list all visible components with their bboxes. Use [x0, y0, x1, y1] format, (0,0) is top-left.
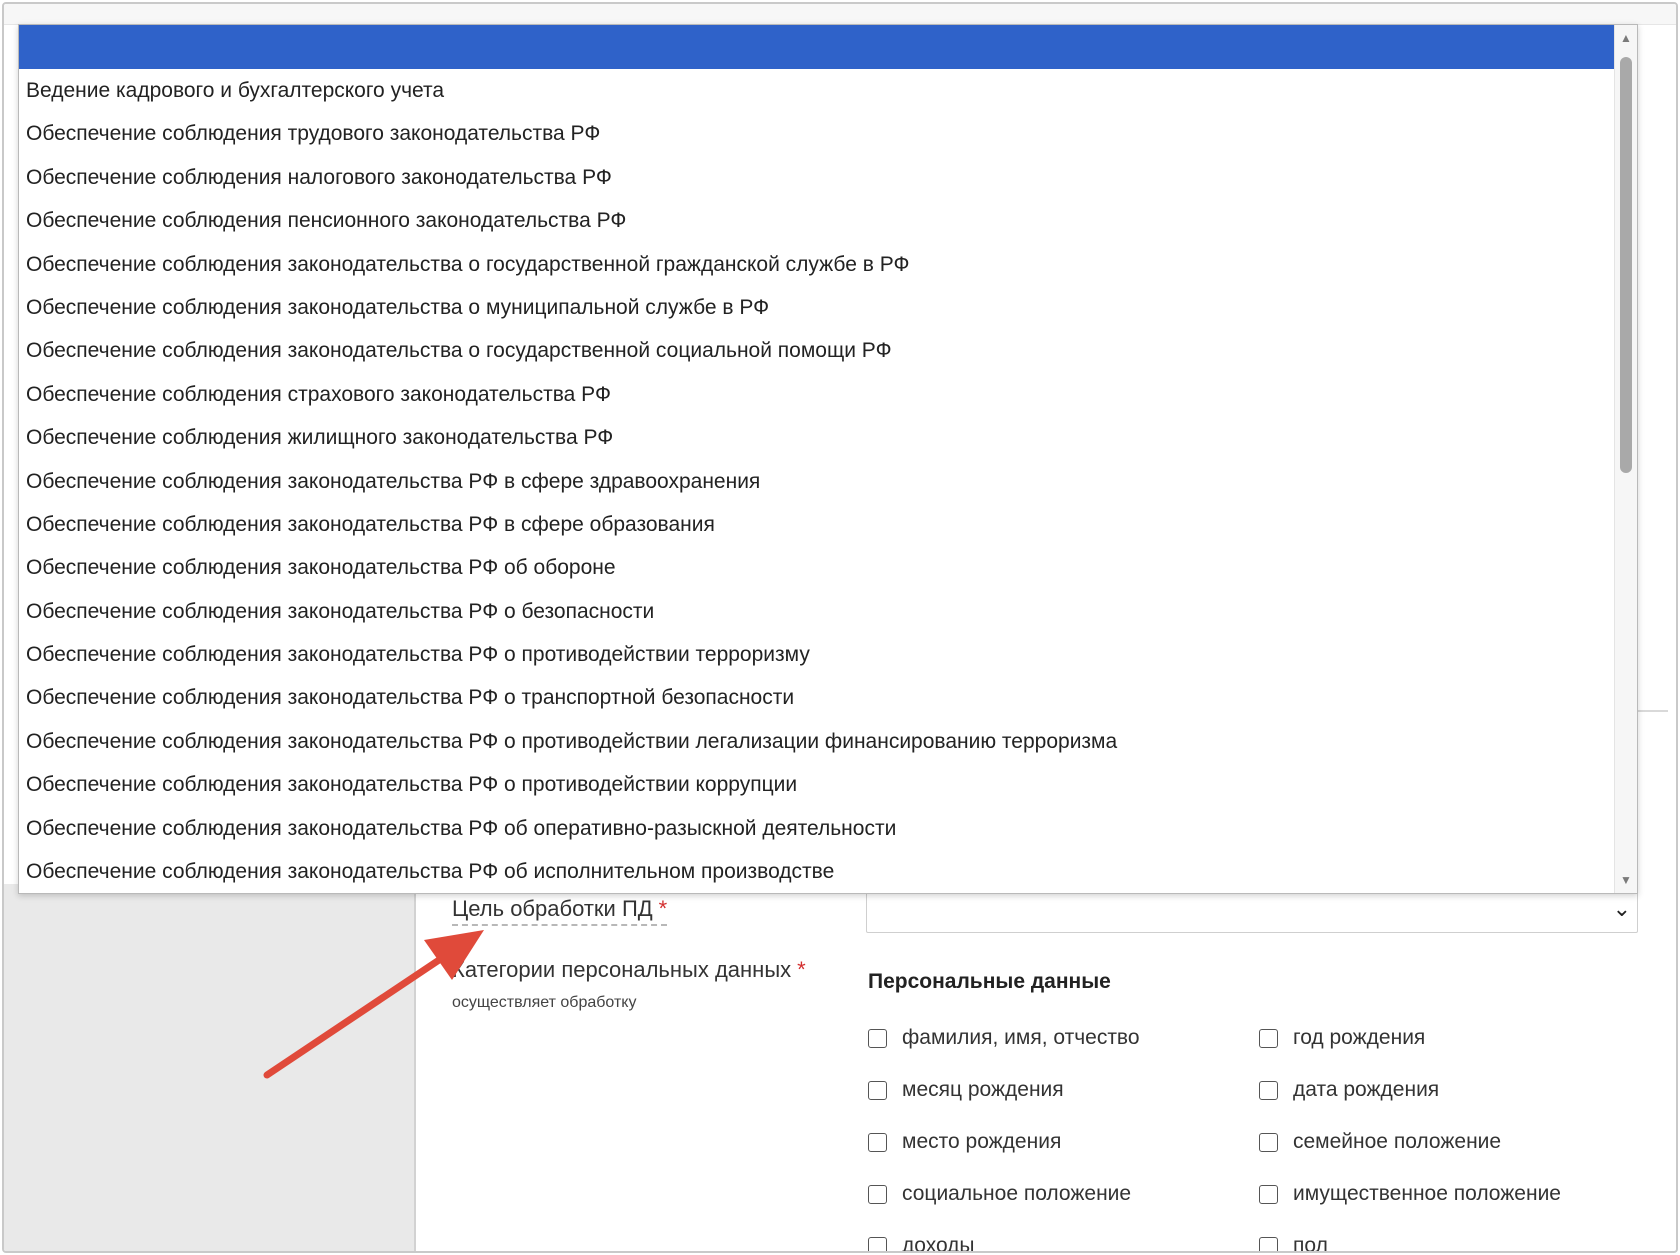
red-arrow-icon — [263, 930, 484, 1079]
screenshot-frame: Цель обработки ПД * ⌄ Категории персональ… — [2, 2, 1678, 1253]
